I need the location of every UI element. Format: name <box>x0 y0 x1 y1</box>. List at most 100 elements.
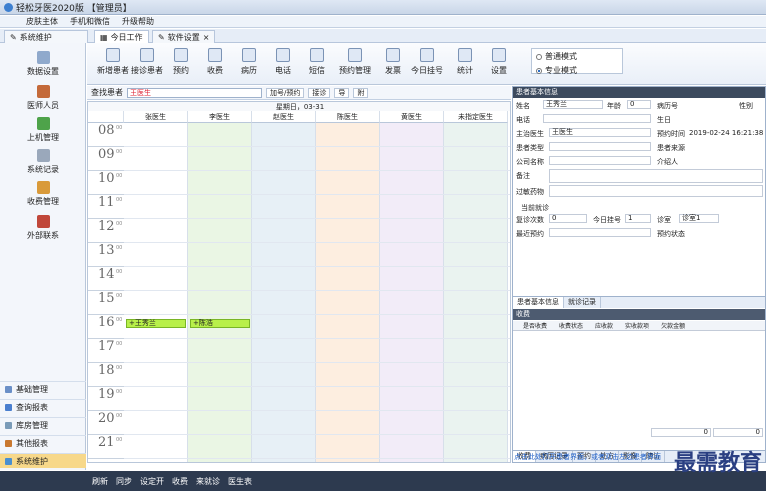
fee-header: 收费 <box>513 309 765 320</box>
doctor-column[interactable] <box>316 123 380 462</box>
calendar-icon: ▦ <box>100 32 108 42</box>
tab-patient-info[interactable]: 患者基本信息 <box>513 297 564 308</box>
hour-number: 16 <box>98 315 115 330</box>
company-field[interactable] <box>549 156 651 165</box>
doctor-column[interactable] <box>188 123 252 462</box>
tab-visit-records[interactable]: 就诊记录 <box>564 297 601 308</box>
close-icon[interactable]: × <box>203 33 210 42</box>
doctor-column-header: 张医生 <box>124 111 188 123</box>
hour-gridline <box>124 338 510 339</box>
manage-icon <box>348 48 362 62</box>
wrench-icon <box>5 457 12 465</box>
phone-field[interactable] <box>543 114 651 123</box>
search-input[interactable]: 王医生 <box>127 87 262 98</box>
doctor-column-header: 陈医生 <box>316 111 380 123</box>
appointment-block[interactable]: +王秀兰 <box>126 319 186 328</box>
nav-list-reports[interactable]: 查询报表 <box>0 399 86 414</box>
hour-number: 17 <box>98 339 115 354</box>
nav-list-maintain[interactable]: 系统维护 <box>0 453 86 468</box>
settings-button[interactable]: 设置 <box>479 48 519 76</box>
name-label: 姓名 <box>516 102 530 110</box>
appointment-block[interactable]: +陈浩 <box>190 319 250 328</box>
search-bar: 查找患者 王医生 加号/预约 接诊 导 附 <box>87 86 511 100</box>
visits-label: 复诊次数 <box>516 216 544 224</box>
nav-log[interactable]: 系统记录 <box>6 149 80 175</box>
folder-icon <box>5 385 12 393</box>
hour-number: 10 <box>98 171 115 186</box>
appointment-manage-button[interactable]: 预约管理 <box>335 48 375 76</box>
new-patient-icon <box>106 48 120 62</box>
hour-gridline <box>124 386 510 387</box>
add-appointment-button[interactable]: 加号/预约 <box>266 87 305 98</box>
nav-list-warehouse[interactable]: 库房管理 <box>0 417 86 432</box>
time-value: 2019-02-24 16:21:38 <box>689 129 764 137</box>
refresh-button[interactable]: 刷新 <box>92 476 108 487</box>
doctor-column[interactable] <box>124 123 188 462</box>
doctor-column[interactable] <box>444 123 508 462</box>
open-patient-link[interactable]: 点击此处打开患者界面，或者双击左边患者界面 <box>514 452 661 462</box>
doctor-column-header: 黄医生 <box>380 111 444 123</box>
today-no-field[interactable]: 1 <box>625 214 651 223</box>
menu-item-skin[interactable]: 皮肤主体 <box>26 16 58 27</box>
total-b-field: 0 <box>713 428 763 437</box>
title-bar: 轻松牙医2020版 【管理员】 <box>0 0 766 15</box>
charge-status-button[interactable]: 收费 <box>172 476 188 487</box>
visits-field[interactable]: 0 <box>549 214 587 223</box>
minute-mark: 00 <box>116 197 123 203</box>
menu-item-help[interactable]: 升级帮助 <box>122 16 154 27</box>
sync-button[interactable]: 同步 <box>116 476 132 487</box>
not-visited-button[interactable]: 来就诊 <box>196 476 220 487</box>
room-field[interactable]: 诊室1 <box>679 214 719 223</box>
hour-label: 11 00 <box>88 195 124 219</box>
age-field[interactable]: 0 <box>627 100 651 109</box>
name-field[interactable]: 王秀兰 <box>543 100 603 109</box>
doctor-field[interactable]: 王医生 <box>549 128 651 137</box>
today-register-button[interactable]: 今日挂号 <box>407 48 447 76</box>
pre-status-label: 预约状态 <box>657 230 685 238</box>
hour-gridline <box>124 194 510 195</box>
nav-list-other[interactable]: 其他报表 <box>0 435 86 450</box>
time-column-header <box>88 111 124 123</box>
hour-number: 14 <box>98 267 115 282</box>
doctor-column[interactable] <box>252 123 316 462</box>
sms-button[interactable]: 短信 <box>297 48 337 76</box>
nav-list-basic[interactable]: 基础管理 <box>0 381 86 396</box>
hour-label: 08 00 <box>88 123 124 147</box>
doctor-column[interactable] <box>380 123 444 462</box>
mode-pro-radio[interactable]: 专业模式 <box>536 65 618 76</box>
report-icon <box>5 403 12 411</box>
doctor-table-button[interactable]: 医生表 <box>228 476 252 487</box>
window-title: 轻松牙医2020版 【管理员】 <box>16 3 132 14</box>
tab-system[interactable]: ✎ 系统维护 <box>4 30 88 43</box>
status-bar: 刷新 同步 设定开 收费 来就诊 医生表 <box>0 471 766 491</box>
nav-staff[interactable]: 医师人员 <box>6 85 80 111</box>
record-icon <box>242 48 256 62</box>
attach-button[interactable]: 附 <box>353 87 369 98</box>
stats-icon <box>458 48 472 62</box>
charge-icon <box>208 48 222 62</box>
recent-field[interactable] <box>549 228 651 237</box>
hour-gridline <box>124 434 510 435</box>
export-button[interactable]: 导 <box>334 87 350 98</box>
nav-data-settings[interactable]: 数据设置 <box>6 51 80 77</box>
setting-open-button[interactable]: 设定开 <box>140 476 164 487</box>
doctor-column-header: 李医生 <box>188 111 252 123</box>
grid-col: 收费状态 <box>559 323 584 330</box>
refer-label: 介绍人 <box>657 158 678 166</box>
grid-col: 实收款项 <box>625 323 650 330</box>
nav-external[interactable]: 外部联系 <box>6 215 80 241</box>
nav-fees[interactable]: 收费管理 <box>6 181 80 207</box>
left-nav: 数据设置 医师人员 上机管理 系统记录 收费管理 外部联系 基础管理 查询报表 … <box>0 43 86 470</box>
memo-field[interactable] <box>549 169 763 183</box>
receive-button[interactable]: 接诊 <box>308 87 331 98</box>
tab-today[interactable]: ▦ 今日工作 <box>94 30 149 43</box>
time-label: 预约时间 <box>657 130 685 138</box>
allergy-field[interactable] <box>549 185 763 197</box>
menu-item-mobile[interactable]: 手机和微信 <box>70 16 110 27</box>
type-field[interactable] <box>549 142 651 151</box>
tab-settings[interactable]: ✎ 软件设置 × <box>152 30 216 43</box>
phone-icon <box>276 48 290 62</box>
mode-normal-radio[interactable]: 普通模式 <box>536 51 618 62</box>
nav-machine[interactable]: 上机管理 <box>6 117 80 143</box>
warehouse-icon <box>5 421 12 429</box>
